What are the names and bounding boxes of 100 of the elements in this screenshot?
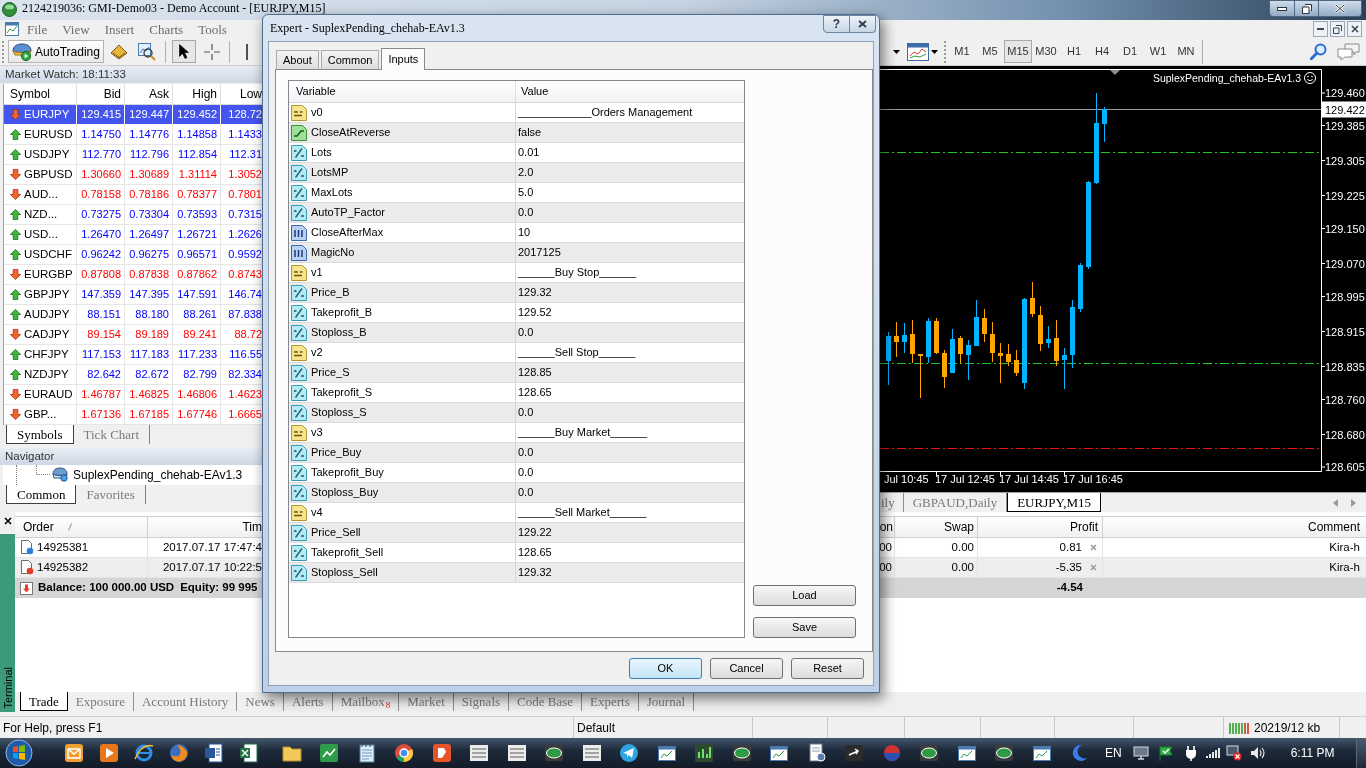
market-watch-row[interactable]: GBPJPY 147.359 147.395 147.591 146.74 [4,285,262,305]
ball-icon[interactable] [881,743,902,763]
input-row[interactable]: CloseAfterMax 10 [289,223,744,243]
chart-icon[interactable] [319,743,340,763]
market-watch-row[interactable]: CHFJPY 117.153 117.183 117.233 116.55 [4,345,262,365]
vertical-line-icon[interactable] [246,43,248,60]
dialog-button[interactable]: OK [629,658,702,679]
circle-logo-icon[interactable] [394,743,415,763]
restore-button[interactable] [1295,0,1319,17]
input-row[interactable]: Takeprofit_Buy 0.0 [289,463,744,483]
diamond-icon[interactable] [110,43,128,60]
dialog-tab[interactable]: Common [320,50,380,69]
input-row[interactable]: v1 ______Buy Stop______ [289,263,744,283]
market-watch-row[interactable]: NZDJPY 82.642 82.672 82.799 82.334 [4,365,262,385]
column-header[interactable]: Tim [242,521,262,533]
close-icon[interactable] [3,517,12,525]
column-header[interactable]: Symbol [10,88,50,100]
market-watch-row[interactable]: EURJPY 129.415 129.447 129.452 128.72 [4,105,262,125]
column-header[interactable]: Variable [296,86,336,97]
column-header[interactable]: Ask [149,88,169,100]
restore-button[interactable] [1330,21,1345,37]
panel-tab[interactable]: Common [6,485,77,504]
market-watch-row[interactable]: USDJPY 112.770 112.796 112.854 112.31 [4,145,262,165]
panel-tab[interactable]: Favorites [76,485,146,504]
timeframe-button[interactable]: W1 [1144,40,1172,63]
timeframe-button[interactable]: M30 [1032,40,1060,63]
bars-tile-icon[interactable] [694,743,715,763]
column-header[interactable]: Bid [103,88,121,100]
notepad-icon[interactable] [356,743,377,763]
dialog-button[interactable]: Reset [791,658,864,679]
input-row[interactable]: v2 ______Sell Stop______ [289,343,744,363]
help-button[interactable]: ? [823,15,850,33]
close-button[interactable] [850,15,876,33]
square-logo-icon[interactable] [431,743,452,763]
document-icon[interactable] [203,743,224,763]
monitor-icon[interactable] [1132,745,1149,761]
crosshair-icon[interactable] [204,43,220,60]
column-header[interactable]: Profit [1070,521,1098,533]
input-row[interactable]: AutoTP_Factor 0.0 [289,203,744,223]
market-watch-row[interactable]: EURGBP 0.87808 0.87838 0.87862 0.8743 [4,265,262,285]
dialog-button[interactable]: Load [753,585,856,606]
menu-item[interactable]: File [27,22,48,36]
clock[interactable]: 6:11 PM [1290,747,1335,759]
caret-icon[interactable] [893,49,900,54]
spreadsheet-icon[interactable] [238,743,259,763]
tree-item[interactable]: SuplexPending_chehab-EAv1.3 [73,469,243,481]
language-indicator[interactable]: EN [1105,747,1122,759]
oval-logo-icon[interactable] [731,743,752,763]
striped-tile-icon[interactable] [506,743,527,763]
input-row[interactable]: Stoploss_B 0.0 [289,323,744,343]
flag-check-icon[interactable] [1157,745,1174,761]
chart-tab[interactable]: EURJPY,M15 [1007,493,1101,512]
market-watch-row[interactable]: EURUSD 1.14750 1.14776 1.14858 1.1433 [4,125,262,145]
menu-item[interactable]: Tools [198,22,227,36]
play-icon[interactable] [98,743,119,763]
oval-logo-icon[interactable] [919,743,940,763]
input-row[interactable]: Stoploss_Buy 0.0 [289,483,744,503]
input-row[interactable]: Stoploss_S 0.0 [289,403,744,423]
close-button[interactable] [1347,21,1362,37]
magnifier-chart-icon[interactable] [138,42,156,61]
market-watch-row[interactable]: NZD... 0.73275 0.73304 0.73593 0.7315 [4,205,262,225]
column-header[interactable]: Comment [1308,521,1360,533]
column-header[interactable]: Value [521,86,549,97]
terminal-tab[interactable]: Trade [20,692,68,711]
input-row[interactable]: Price_Sell 129.22 [289,523,744,543]
speaker-icon[interactable] [1249,746,1265,760]
input-row[interactable]: CloseAtReverse false [289,123,744,143]
column-header[interactable]: Low [240,88,262,100]
window-chart-icon[interactable] [956,743,977,763]
envelope-icon[interactable] [63,743,84,763]
menu-item[interactable]: Charts [149,22,184,36]
dialog-tab[interactable]: About [276,50,319,69]
panel-tab[interactable]: Symbols [6,425,74,444]
column-header[interactable]: Swap [943,521,974,533]
input-row[interactable]: Price_B 129.32 [289,283,744,303]
input-row[interactable]: Price_S 128.85 [289,363,744,383]
autotrading-button[interactable]: AutoTrading [8,40,104,63]
input-row[interactable]: v3 ______Buy Market______ [289,423,744,443]
market-watch-row[interactable]: CADJPY 89.154 89.189 89.241 88.72 [4,325,262,345]
start-orb-icon[interactable] [4,739,34,767]
globe-icon[interactable] [168,743,189,763]
search-icon[interactable] [1310,43,1327,60]
input-row[interactable]: LotsMP 2.0 [289,163,744,183]
timeframe-button[interactable]: D1 [1116,40,1144,63]
input-row[interactable]: Takeprofit_Sell 128.65 [289,543,744,563]
market-watch-row[interactable]: USDCHF 0.96242 0.96275 0.96571 0.9592 [4,245,262,265]
window-chart-icon[interactable] [769,743,790,763]
striped-tile-icon[interactable] [469,743,490,763]
market-watch-row[interactable]: GBPUSD 1.30660 1.30689 1.31114 1.3052 [4,165,262,185]
market-watch-row[interactable]: USD... 1.26470 1.26497 1.26721 1.2626 [4,225,262,245]
terminal-tab[interactable]: Exposure [67,692,134,711]
menu-item[interactable]: View [62,22,90,36]
chart-window-icon[interactable] [907,42,929,61]
input-row[interactable]: v4 ______Sell Market______ [289,503,744,523]
timeframe-button[interactable]: MN [1172,40,1200,63]
window-chart-icon[interactable] [1031,743,1052,763]
terminal-tab[interactable]: Account History [133,692,238,711]
dialog-button[interactable]: Save [753,617,856,638]
paper-plane-icon[interactable] [619,743,640,763]
column-header[interactable]: High [192,88,217,100]
